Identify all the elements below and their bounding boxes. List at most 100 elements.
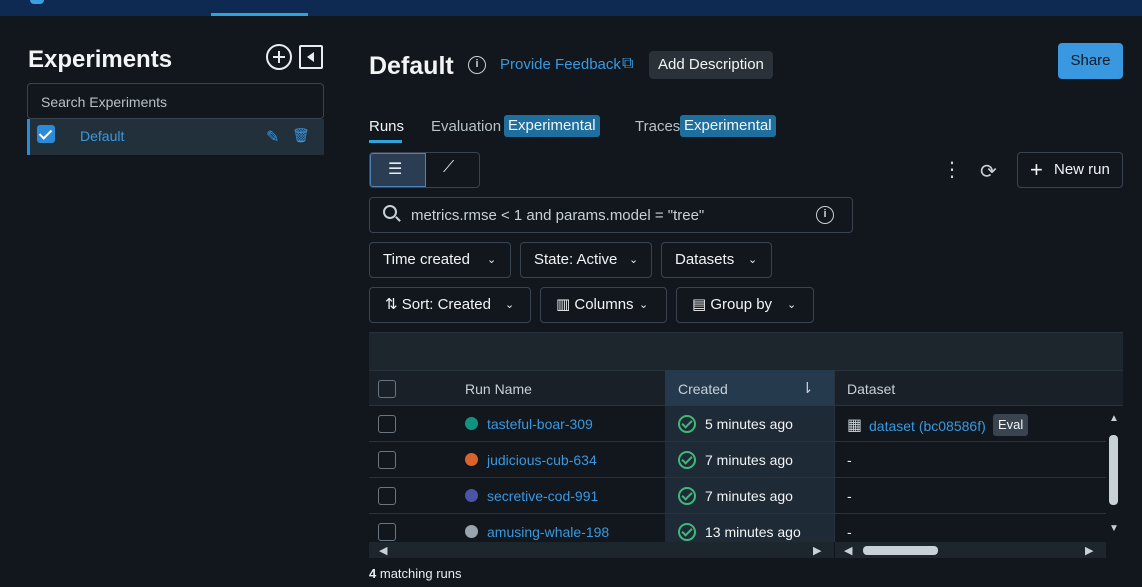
dataset-link[interactable]: dataset (bc08586f) xyxy=(869,418,986,434)
columns-icon: ▥ xyxy=(556,296,571,313)
search-experiments-input[interactable]: Search Experiments xyxy=(27,83,324,119)
external-link-icon[interactable]: ⧉ xyxy=(622,55,633,73)
sidebar-collapse-icon[interactable] xyxy=(299,45,323,69)
runs-table: Run Name Created ⇂ Dataset tasteful-boar… xyxy=(369,332,1123,558)
run-name-link[interactable]: tasteful-boar-309 xyxy=(487,416,593,432)
dataset-value: - xyxy=(847,524,852,540)
scroll-right-icon[interactable]: ▶ xyxy=(1085,544,1093,557)
run-name-header[interactable]: Run Name xyxy=(465,381,532,397)
scroll-left-icon[interactable]: ◀ xyxy=(379,544,387,557)
run-color-dot xyxy=(465,453,478,466)
scroll-right-icon[interactable]: ▶ xyxy=(813,544,821,557)
active-nav-indicator xyxy=(211,13,308,16)
plus-icon: + xyxy=(1030,157,1043,182)
horizontal-scrollbar-right[interactable]: ◀ ▶ xyxy=(835,542,1106,558)
experiment-checkbox[interactable] xyxy=(37,125,55,143)
row-checkbox[interactable] xyxy=(378,415,396,433)
share-button[interactable]: Share xyxy=(1058,43,1123,79)
new-run-label: New run xyxy=(1054,161,1110,178)
datasets-filter[interactable]: Datasets ⌄ xyxy=(661,242,772,278)
sort-button[interactable]: ⇅ Sort: Created ⌄ xyxy=(369,287,531,323)
filter-label: Time created xyxy=(383,251,470,268)
sidebar-title: Experiments xyxy=(28,46,173,73)
check-circle-icon xyxy=(678,487,696,505)
group-by-button[interactable]: ▤ Group by ⌄ xyxy=(676,287,814,323)
scroll-left-icon[interactable]: ◀ xyxy=(844,544,852,557)
run-name-link[interactable]: secretive-cod-991 xyxy=(487,488,598,504)
state-filter[interactable]: State: Active ⌄ xyxy=(520,242,652,278)
info-icon[interactable]: i xyxy=(468,56,486,74)
plus-circle-icon[interactable] xyxy=(266,44,292,70)
add-description-button[interactable]: Add Description xyxy=(649,51,773,79)
chevron-down-icon: ⌄ xyxy=(629,254,639,266)
table-row[interactable]: secretive-cod-991 7 minutes ago - xyxy=(369,478,1106,514)
time-created-filter[interactable]: Time created ⌄ xyxy=(369,242,511,278)
chevron-down-icon: ⌄ xyxy=(639,299,649,311)
refresh-icon[interactable]: ⟳ xyxy=(980,159,997,184)
run-color-dot xyxy=(465,489,478,502)
dataset-header[interactable]: Dataset xyxy=(847,381,895,397)
tab-runs[interactable]: Runs xyxy=(369,118,404,135)
search-icon xyxy=(383,205,397,219)
filter-label: Datasets xyxy=(675,251,735,268)
tab-traces[interactable]: Traces xyxy=(635,118,680,135)
provide-feedback-link[interactable]: Provide Feedback xyxy=(500,56,621,73)
run-color-dot xyxy=(465,417,478,430)
table-row[interactable]: amusing-whale-198 13 minutes ago - xyxy=(369,514,1106,542)
horizontal-scrollbar-left[interactable]: ◀ ▶ xyxy=(369,542,834,558)
group-icon: ▤ xyxy=(692,296,707,313)
check-circle-icon xyxy=(678,415,696,433)
table-row[interactable]: judicious-cub-634 7 minutes ago - xyxy=(369,442,1106,478)
created-value: 7 minutes ago xyxy=(705,488,793,504)
experiment-item-default[interactable]: Default ✎ 🗑 xyxy=(27,119,324,155)
run-name-link[interactable]: amusing-whale-198 xyxy=(487,524,609,540)
created-value: 5 minutes ago xyxy=(705,416,793,432)
scroll-up-icon[interactable]: ▲ xyxy=(1109,413,1119,424)
chevron-down-icon: ⌄ xyxy=(487,254,497,266)
search-query[interactable]: metrics.rmse < 1 and params.model = "tre… xyxy=(411,207,704,224)
group-by-label: Group by xyxy=(710,296,773,313)
top-nav-bar xyxy=(0,0,1142,16)
experimental-badge: Experimental xyxy=(680,115,776,137)
chevron-down-icon: ⌄ xyxy=(748,254,758,266)
columns-button[interactable]: ▥ Columns ⌄ xyxy=(540,287,667,323)
run-color-dot xyxy=(465,525,478,538)
sort-label: Sort: Created xyxy=(401,296,491,313)
chart-view-icon[interactable]: ⟋ xyxy=(443,159,454,177)
run-name-link[interactable]: judicious-cub-634 xyxy=(487,452,597,468)
run-search-input[interactable]: metrics.rmse < 1 and params.model = "tre… xyxy=(369,197,853,233)
columns-label: Columns xyxy=(574,296,634,313)
created-header[interactable]: Created xyxy=(678,381,728,397)
sort-icon: ⇅ xyxy=(385,296,398,313)
horizontal-scroll-thumb[interactable] xyxy=(863,546,938,555)
sort-icon[interactable]: ⇂ xyxy=(801,379,814,397)
row-checkbox[interactable] xyxy=(378,451,396,469)
table-group-header xyxy=(369,332,1123,370)
row-checkbox[interactable] xyxy=(378,487,396,505)
vertical-scrollbar[interactable]: ▲ ▼ xyxy=(1106,409,1123,542)
logo-fragment xyxy=(30,0,44,4)
chevron-down-icon: ⌄ xyxy=(787,299,797,311)
table-icon: ▦ xyxy=(847,417,863,434)
filter-label: State: Active xyxy=(534,251,618,268)
info-icon[interactable]: i xyxy=(816,206,834,224)
check-circle-icon xyxy=(678,451,696,469)
experiment-name[interactable]: Default xyxy=(80,128,124,144)
list-view-icon[interactable]: ☰ xyxy=(388,159,402,179)
tab-active-underline xyxy=(369,140,402,143)
tab-evaluation[interactable]: Evaluation xyxy=(431,118,501,135)
trash-icon[interactable]: 🗑 xyxy=(292,127,310,144)
matching-runs-count: 4 matching runs xyxy=(369,566,462,581)
new-run-button[interactable]: + New run xyxy=(1017,152,1123,188)
pencil-icon[interactable]: ✎ xyxy=(266,127,279,147)
dataset-value: - xyxy=(847,452,852,468)
created-value: 13 minutes ago xyxy=(705,524,801,540)
kebab-icon[interactable]: ⋮ xyxy=(942,160,962,180)
scroll-down-icon[interactable]: ▼ xyxy=(1109,523,1119,534)
experimental-badge: Experimental xyxy=(504,115,600,137)
select-all-checkbox[interactable] xyxy=(378,380,396,398)
row-checkbox[interactable] xyxy=(378,523,396,541)
view-mode-toggle: ☰ ⟋ xyxy=(369,152,480,188)
vertical-scroll-thumb[interactable] xyxy=(1109,435,1118,505)
table-row[interactable]: tasteful-boar-309 5 minutes ago ▦ datase… xyxy=(369,406,1106,442)
